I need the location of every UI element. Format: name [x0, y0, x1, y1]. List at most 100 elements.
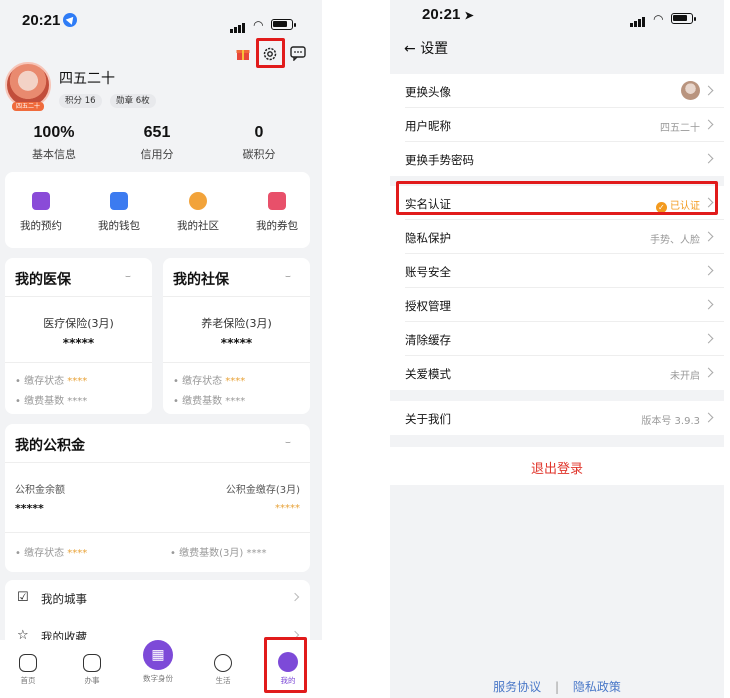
row-account-security[interactable]: 账号安全 [390, 254, 724, 288]
chevron-right-icon [703, 333, 714, 344]
coupon-icon [268, 192, 286, 210]
quick-label: 我的券包 [256, 220, 298, 232]
tab-digital-id[interactable]: ▦ 数字身份 [133, 640, 183, 684]
quick-actions-card: 我的预约 我的钱包 我的社区 我的券包 [5, 172, 310, 248]
stat-carbon-points[interactable]: 0 碳积分 [219, 124, 299, 162]
base-line: • 缴费基数 **** [173, 396, 246, 407]
stat-label: 基本信息 [32, 148, 76, 161]
hide-eye-icon[interactable]: ⌣ [285, 438, 291, 448]
row-authorization[interactable]: 授权管理 [390, 288, 724, 322]
back-button[interactable]: ← 设置 [404, 38, 448, 58]
insurance-item: 养老保险(3月) [201, 317, 272, 330]
qr-icon: ▦ [143, 640, 173, 670]
chevron-right-icon [703, 231, 714, 242]
wifi-icon: ◠ [653, 12, 664, 26]
list-item-city-events[interactable]: ☑ 我的城事 [5, 580, 310, 616]
home-icon [19, 654, 37, 672]
avatar-thumbnail [681, 81, 700, 100]
status-line: • 缴存状态 **** [173, 376, 246, 387]
signal-icon [630, 8, 646, 27]
medal-badge[interactable]: 勋章 6枚 [110, 94, 156, 108]
signal-icon [230, 14, 246, 33]
base-line: • 缴费基数(3月) **** [170, 548, 267, 559]
status-icons: ◠ [630, 8, 696, 27]
row-gesture-password[interactable]: 更换手势密码 [390, 142, 724, 176]
tab-home[interactable]: 首页 [3, 654, 53, 686]
row-privacy[interactable]: 隐私保护 手势、人脸 [390, 220, 724, 254]
divider [5, 462, 310, 463]
insurance-item: 医疗保险(3月) [43, 317, 114, 330]
divider [5, 296, 152, 297]
privacy-link[interactable]: 隐私政策 [573, 680, 621, 694]
chevron-right-icon [703, 367, 714, 378]
chevron-right-icon [703, 265, 714, 276]
row-value: 版本号 3.9.3 [641, 416, 700, 427]
quick-coupons[interactable]: 我的券包 [241, 192, 313, 233]
footer-separator: | [554, 680, 560, 694]
divider [163, 296, 310, 297]
row-value: 四五二十 [660, 123, 700, 134]
row-value: 手势、人脸 [650, 235, 700, 246]
page-title: 设置 [420, 41, 449, 57]
tab-life[interactable]: 生活 [198, 654, 248, 686]
stat-value: 0 [254, 124, 264, 141]
quick-wallet[interactable]: 我的钱包 [83, 192, 155, 233]
wallet-icon [110, 192, 128, 210]
life-icon [214, 654, 232, 672]
stat-basic-info[interactable]: 100% 基本信息 [14, 124, 94, 162]
row-label: 关爱模式 [405, 367, 451, 381]
housing-fund-card[interactable]: 我的公积金 ⌣ 公积金余额 ***** 公积金缴存(3月) ***** • 缴存… [5, 424, 310, 572]
terms-link[interactable]: 服务协议 [493, 680, 541, 694]
row-about-us[interactable]: 关于我们 版本号 3.9.3 [390, 401, 724, 435]
location-icon [63, 13, 78, 27]
status-icons: ◠ [230, 14, 296, 33]
status-line: • 缴存状态 **** [15, 548, 88, 559]
card-title: 我的医保 [15, 272, 71, 288]
real-name-highlight-box [396, 181, 718, 215]
balance-value: ***** [15, 502, 44, 515]
message-icon[interactable] [290, 46, 306, 62]
back-arrow-icon: ← [404, 41, 416, 57]
hide-eye-icon[interactable]: ⌣ [285, 272, 291, 282]
logout-label: 退出登录 [530, 462, 583, 477]
medical-insurance-card[interactable]: 我的医保 ⌣ 医疗保险(3月) ***** • 缴存状态 **** • 缴费基数… [5, 258, 152, 414]
divider [5, 532, 310, 533]
hide-eye-icon[interactable]: ⌣ [125, 272, 131, 282]
row-nickname[interactable]: 用户昵称 四五二十 [390, 108, 724, 142]
base-line: • 缴费基数 **** [15, 396, 88, 407]
row-care-mode[interactable]: 关爱模式 未开启 [390, 356, 724, 390]
masked-amount: ***** [62, 336, 95, 350]
row-label: 授权管理 [405, 299, 451, 313]
card-title: 我的社保 [173, 272, 229, 288]
row-label: 更换手势密码 [405, 153, 474, 167]
social-insurance-card[interactable]: 我的社保 ⌣ 养老保险(3月) ***** • 缴存状态 **** • 缴费基数… [163, 258, 310, 414]
row-label: 更换头像 [405, 85, 451, 99]
quick-appointment[interactable]: 我的预约 [5, 192, 77, 233]
chevron-right-icon [703, 119, 714, 130]
row-label: 隐私保护 [405, 231, 451, 245]
card-title: 我的公积金 [15, 438, 85, 454]
points-badge[interactable]: 积分 16 [59, 94, 102, 108]
chevron-right-icon [290, 592, 300, 602]
row-label: 关于我们 [405, 412, 451, 426]
logout-button[interactable]: 退出登录 [390, 447, 724, 485]
stat-credit-score[interactable]: 651 信用分 [117, 124, 197, 162]
balance-label: 公积金余额 [15, 485, 65, 496]
profile-screen: 20:21 ◠ 四五二十 四五二十 积分 16 勋章 6枚 100% 基本信息 … [0, 0, 322, 698]
community-icon [189, 192, 207, 210]
chevron-right-icon [703, 299, 714, 310]
tab-service[interactable]: 办事 [67, 654, 117, 686]
avatar-tag: 四五二十 [12, 102, 44, 111]
stat-value: 100% [33, 124, 75, 141]
row-change-avatar[interactable]: 更换头像 [390, 74, 724, 108]
stat-label: 碳积分 [242, 148, 276, 161]
battery-icon [270, 19, 296, 30]
chevron-right-icon [703, 153, 714, 164]
gift-icon[interactable] [236, 46, 250, 60]
chevron-right-icon [703, 85, 714, 96]
row-clear-cache[interactable]: 清除缓存 [390, 322, 724, 356]
quick-community[interactable]: 我的社区 [162, 192, 234, 233]
settings-screen: 20:21 ➤ ◠ ← 设置 更换头像 用户昵称 四五二十 更换手势密码 实名认… [390, 0, 724, 698]
chevron-right-icon [703, 412, 714, 423]
settings-highlight-box [256, 38, 285, 68]
